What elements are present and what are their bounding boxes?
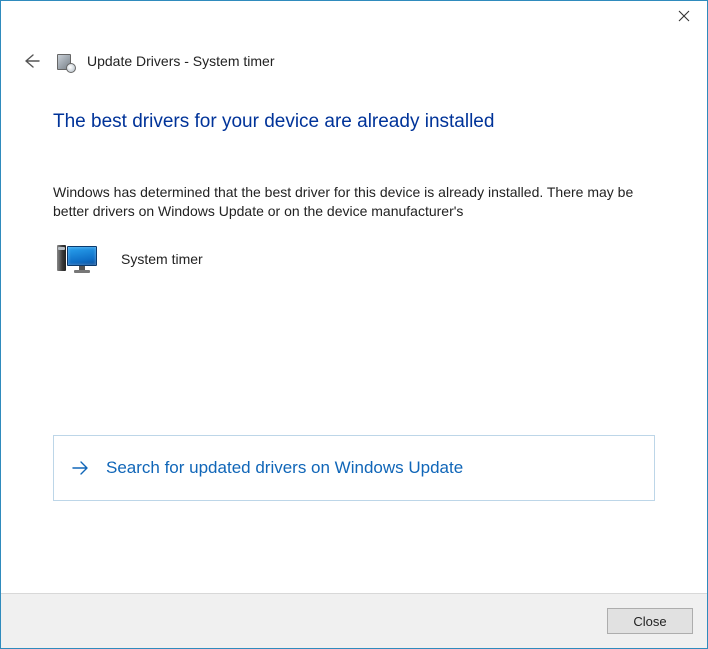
arrow-right-icon [70, 458, 90, 478]
footer-bar: Close [1, 593, 707, 648]
computer-icon [57, 243, 97, 275]
titlebar [1, 1, 707, 37]
search-windows-update-label: Search for updated drivers on Windows Up… [106, 458, 463, 478]
page-heading: The best drivers for your device are alr… [53, 111, 655, 133]
driver-install-icon [55, 52, 73, 70]
close-button[interactable]: Close [607, 608, 693, 634]
search-windows-update-link[interactable]: Search for updated drivers on Windows Up… [53, 435, 655, 501]
close-icon[interactable] [661, 1, 707, 31]
back-arrow-icon[interactable] [21, 51, 41, 71]
content-area: The best drivers for your device are alr… [1, 71, 707, 593]
device-row: System timer [53, 243, 655, 275]
window-title: Update Drivers - System timer [87, 53, 274, 69]
device-name: System timer [121, 251, 203, 267]
wizard-header: Update Drivers - System timer [1, 37, 707, 71]
page-body-text: Windows has determined that the best dri… [53, 183, 655, 221]
